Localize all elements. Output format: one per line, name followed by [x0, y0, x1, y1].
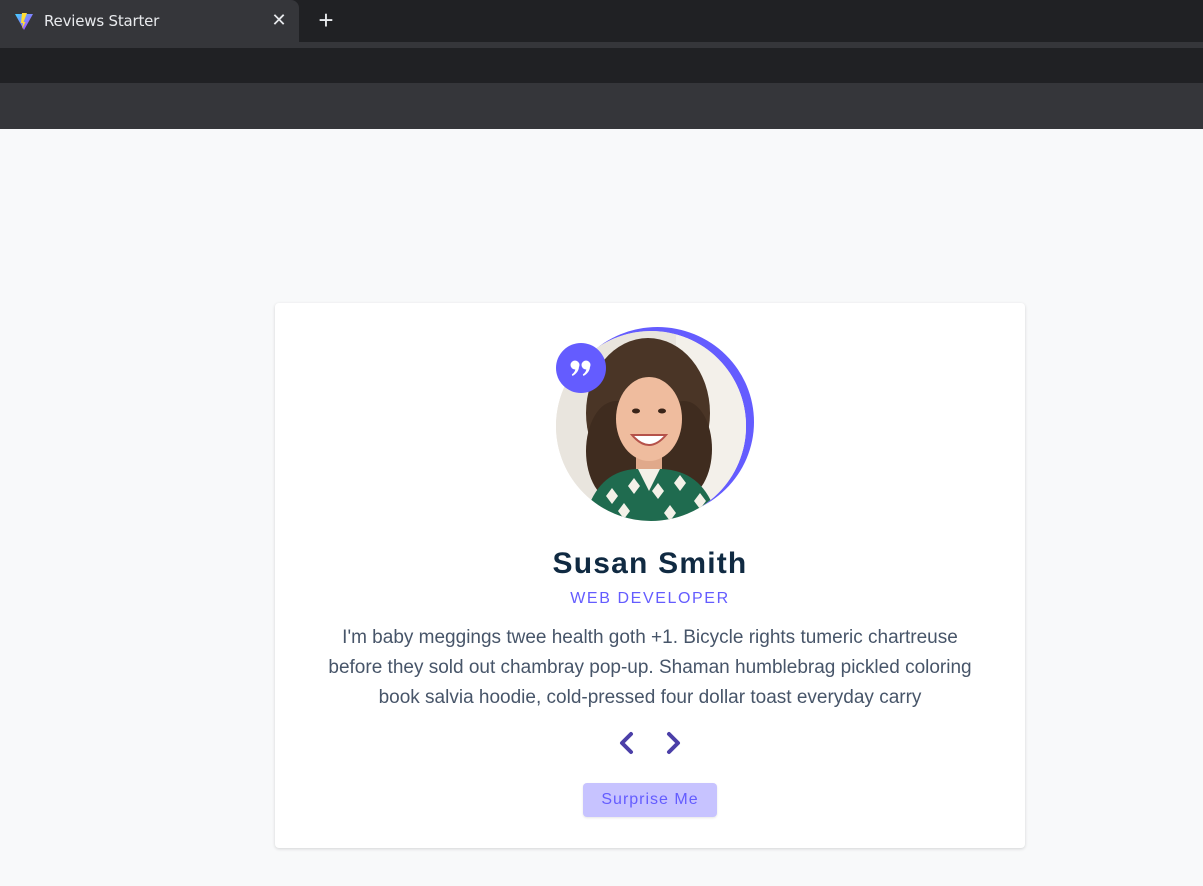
- browser-tabstrip: Reviews Starter ✕ +: [0, 0, 1203, 42]
- browser-tab-active[interactable]: Reviews Starter ✕: [0, 0, 299, 42]
- next-button[interactable]: [662, 730, 686, 756]
- plus-icon[interactable]: +: [314, 7, 338, 33]
- browser-toolbar: [0, 42, 1203, 83]
- chevron-left-icon: [620, 732, 633, 754]
- author-name: Susan Smith: [552, 547, 748, 580]
- vite-logo-icon: [15, 13, 33, 30]
- person-image-container: [556, 327, 754, 521]
- review-card: Susan Smith web developer I'm baby meggi…: [275, 303, 1025, 848]
- prev-button[interactable]: [614, 730, 638, 756]
- author-job: web developer: [570, 590, 730, 607]
- quote-icon: [556, 343, 606, 393]
- browser-bookmarks-bar: [0, 83, 1203, 129]
- close-icon[interactable]: ✕: [270, 11, 288, 29]
- chevron-right-icon: [667, 732, 680, 754]
- surprise-me-button[interactable]: Surprise Me: [583, 783, 717, 817]
- tab-title: Reviews Starter: [44, 12, 160, 30]
- review-text: I'm baby meggings twee health goth +1. B…: [328, 627, 972, 708]
